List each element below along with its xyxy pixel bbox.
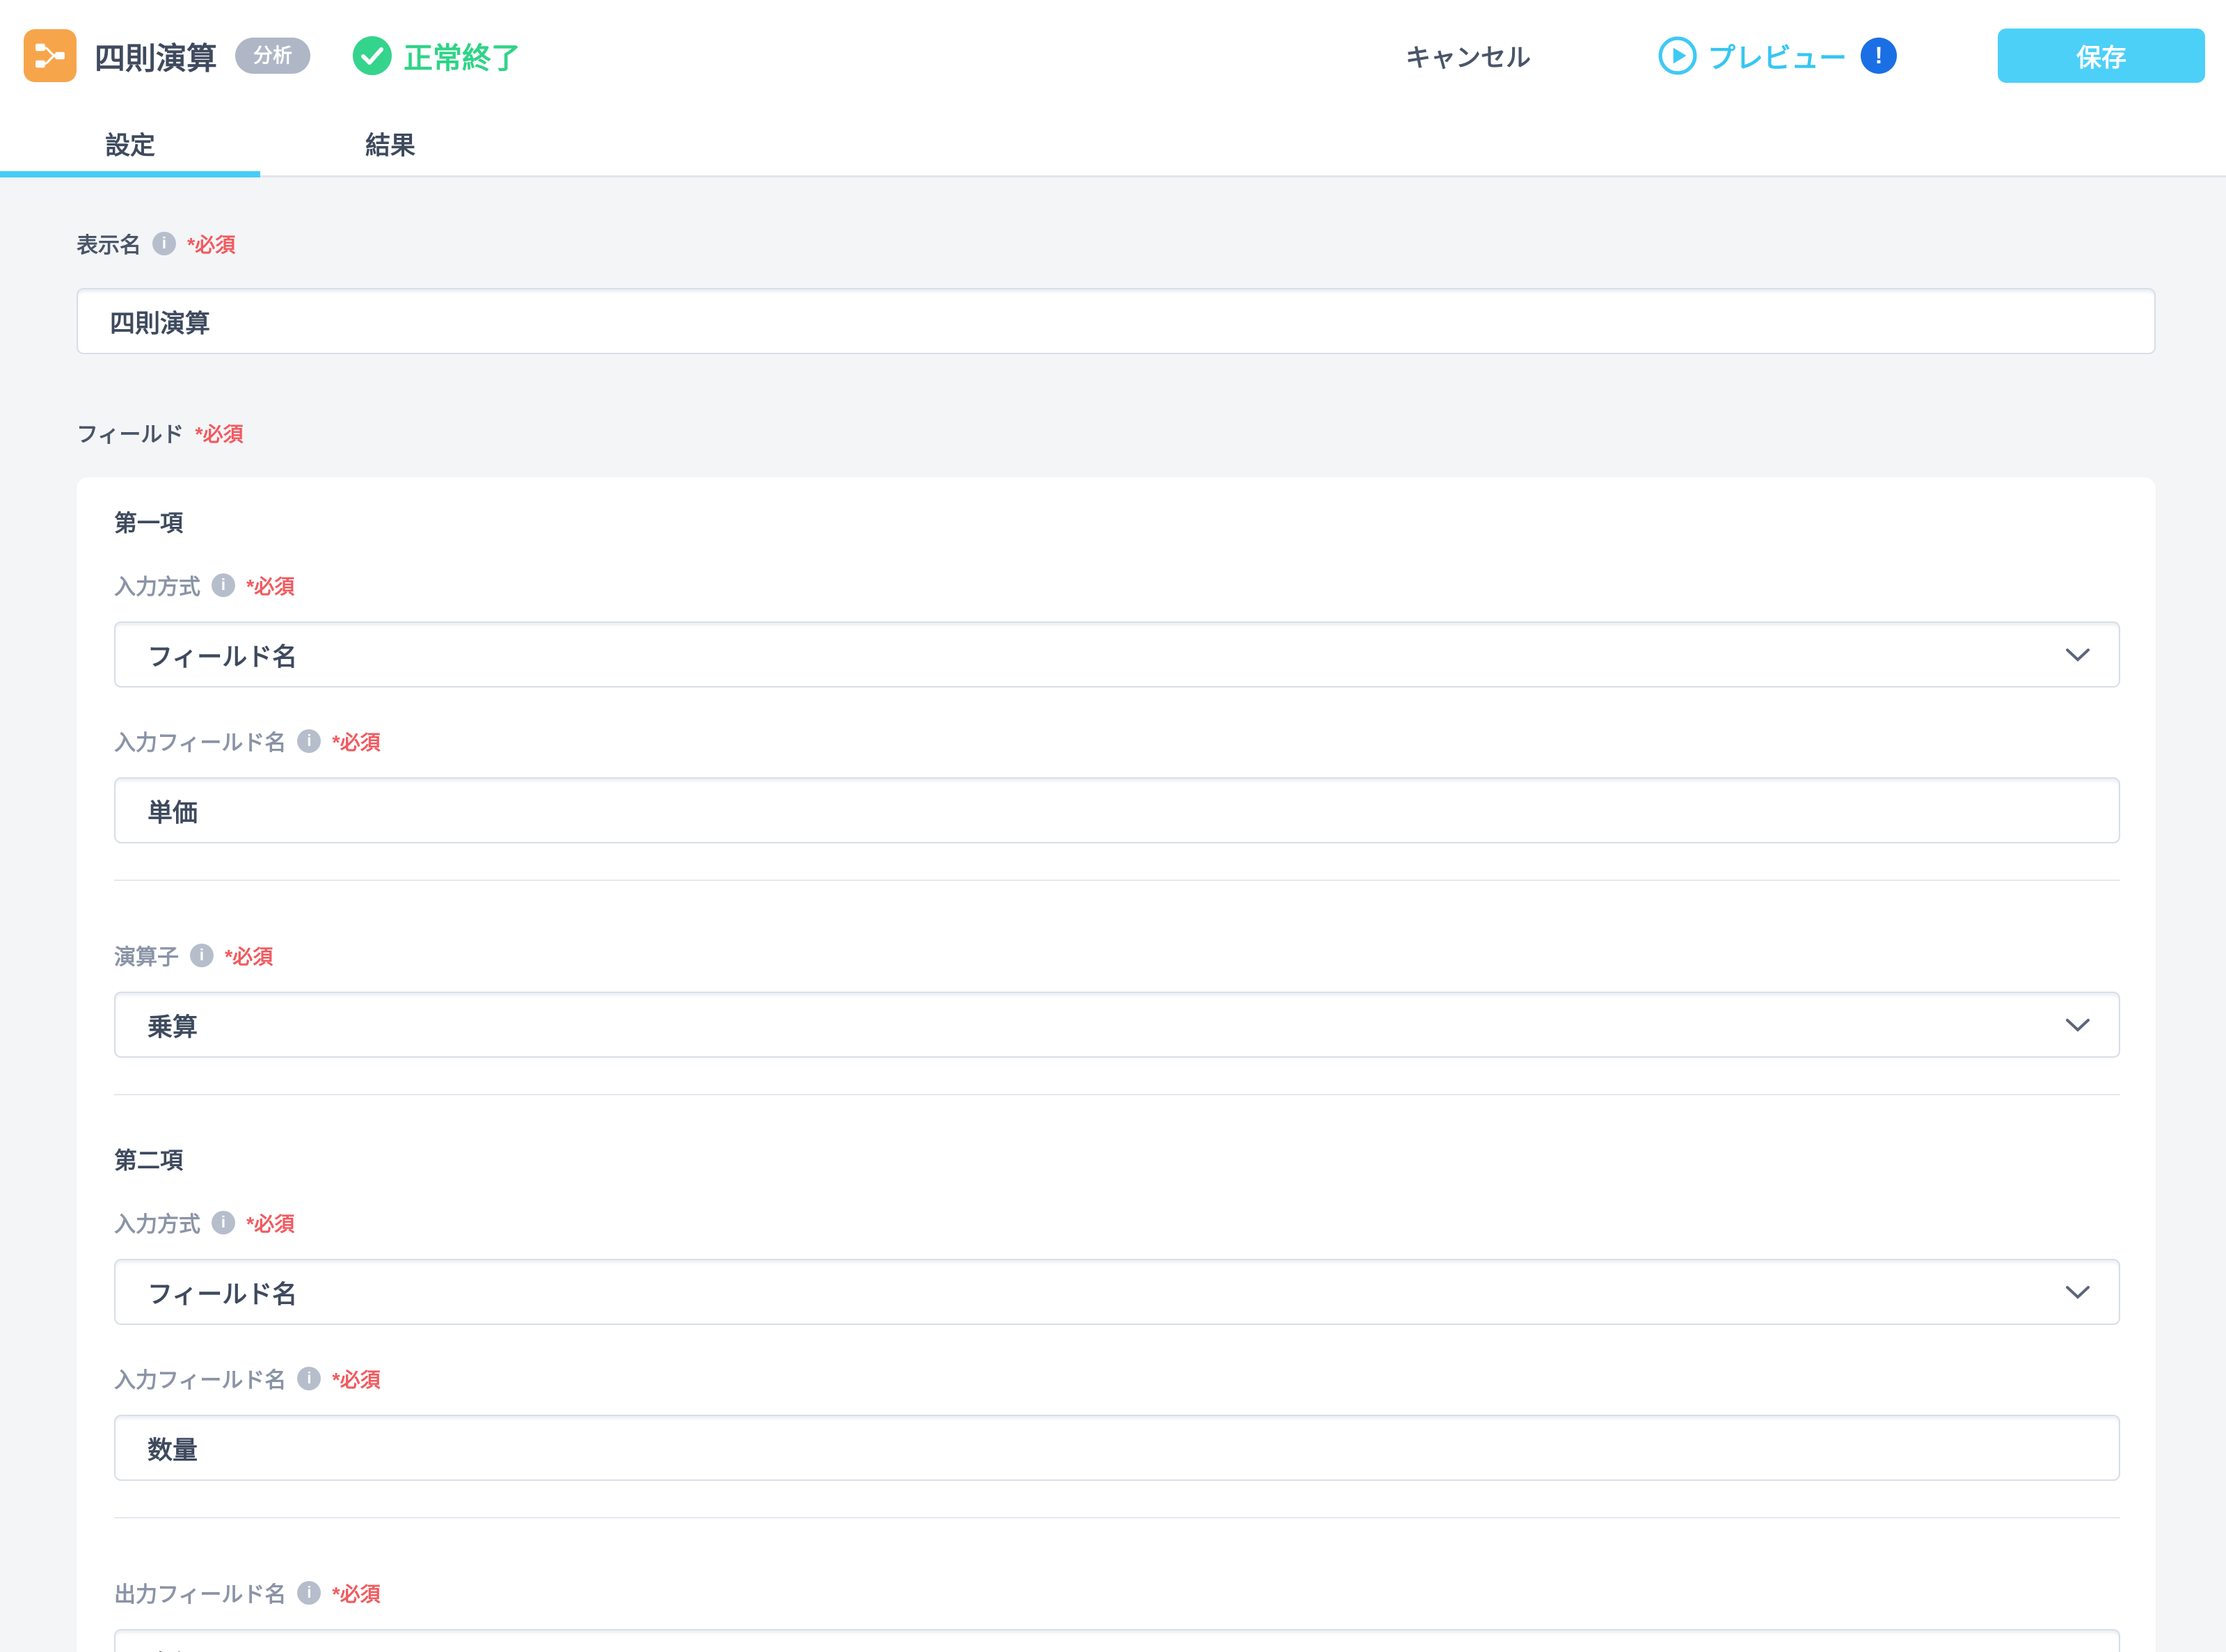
- required-badge: *必須: [332, 1369, 381, 1392]
- term1-method-value: フィールド名: [148, 642, 298, 671]
- tab-bar: 設定 結果: [0, 111, 2226, 177]
- required-badge: *必須: [195, 423, 244, 446]
- save-button[interactable]: 保存: [1998, 29, 2205, 83]
- chevron-down-icon: [2066, 1285, 2090, 1299]
- term1-field-input[interactable]: [114, 777, 2120, 843]
- alert-badge-icon: [1861, 38, 1897, 74]
- term2-field-label-row: 入力フィールド名 *必須: [114, 1363, 2120, 1394]
- divider: [114, 1094, 2120, 1095]
- merge-flow-icon: [35, 43, 65, 68]
- header: 四則演算 分析 正常終了 キャンセル プレビュー 保存: [0, 0, 2226, 111]
- term1-field-label: 入力フィールド名: [114, 731, 287, 755]
- info-icon[interactable]: [190, 943, 214, 967]
- required-badge: *必須: [225, 946, 273, 969]
- info-icon[interactable]: [297, 1580, 321, 1605]
- chevron-down-icon: [2066, 1018, 2090, 1032]
- required-badge: *必須: [187, 234, 236, 257]
- term2-field-label: 入力フィールド名: [114, 1368, 287, 1392]
- page-title: 四則演算: [95, 42, 217, 76]
- term2-method-label-row: 入力方式 *必須: [114, 1207, 2120, 1238]
- success-check-icon: [353, 36, 392, 75]
- term1-method-label: 入力方式: [114, 575, 200, 599]
- required-badge: *必須: [246, 1213, 295, 1236]
- info-icon[interactable]: [297, 729, 321, 753]
- cancel-button[interactable]: キャンセル: [1406, 38, 1531, 74]
- tab-results[interactable]: 結果: [260, 111, 520, 175]
- term1-field-label-row: 入力フィールド名 *必須: [114, 725, 2120, 756]
- term2-field-input[interactable]: [114, 1415, 2120, 1481]
- fields-label: フィールド: [77, 422, 184, 447]
- preview-label: プレビュー: [1708, 43, 1847, 74]
- term1-method-label-row: 入力方式 *必須: [114, 569, 2120, 601]
- preview-button[interactable]: プレビュー: [1657, 35, 1897, 76]
- tab-settings[interactable]: 設定: [0, 111, 260, 177]
- term1-title: 第一項: [114, 510, 183, 536]
- term1-method-select[interactable]: フィールド名: [114, 621, 2120, 688]
- category-badge: 分析: [235, 38, 311, 74]
- info-icon[interactable]: [212, 1210, 235, 1234]
- arithmetic-node-icon: [24, 29, 77, 82]
- info-icon[interactable]: [212, 573, 235, 597]
- term2-method-value: フィールド名: [148, 1279, 298, 1308]
- output-field-label-row: 出力フィールド名 *必須: [114, 1577, 2120, 1608]
- term2-method-select[interactable]: フィールド名: [114, 1259, 2120, 1325]
- operator-label-row: 演算子 *必須: [114, 939, 2120, 971]
- status-text: 正常終了: [404, 41, 521, 74]
- divider: [114, 1517, 2120, 1518]
- play-icon: [1658, 36, 1697, 75]
- display-name-label: 表示名: [77, 233, 141, 257]
- operator-label: 演算子: [114, 945, 179, 969]
- settings-form: 表示名 *必須 フィールド *必須 第一項 入力方式 *必須 フィールド名 入力…: [0, 177, 2226, 1652]
- fields-card: 第一項 入力方式 *必須 フィールド名 入力フィールド名 *必須 演算子 *必須…: [77, 477, 2156, 1652]
- info-icon[interactable]: [297, 1366, 321, 1390]
- required-badge: *必須: [332, 731, 381, 754]
- term2-method-label: 入力方式: [114, 1212, 200, 1237]
- info-icon[interactable]: [152, 231, 176, 255]
- output-field-input[interactable]: [114, 1629, 2120, 1652]
- operator-value: 乗算: [148, 1012, 198, 1041]
- required-badge: *必須: [246, 575, 295, 598]
- display-name-input[interactable]: [77, 288, 2156, 354]
- operator-select[interactable]: 乗算: [114, 992, 2120, 1058]
- chevron-down-icon: [2066, 648, 2090, 662]
- output-field-label: 出力フィールド名: [114, 1582, 287, 1607]
- status-indicator: 正常終了: [352, 35, 520, 77]
- divider: [114, 880, 2120, 881]
- fields-label-row: フィールド *必須: [77, 417, 2156, 448]
- display-name-label-row: 表示名 *必須: [77, 228, 2156, 259]
- term2-title: 第二項: [114, 1147, 183, 1173]
- required-badge: *必須: [332, 1583, 381, 1606]
